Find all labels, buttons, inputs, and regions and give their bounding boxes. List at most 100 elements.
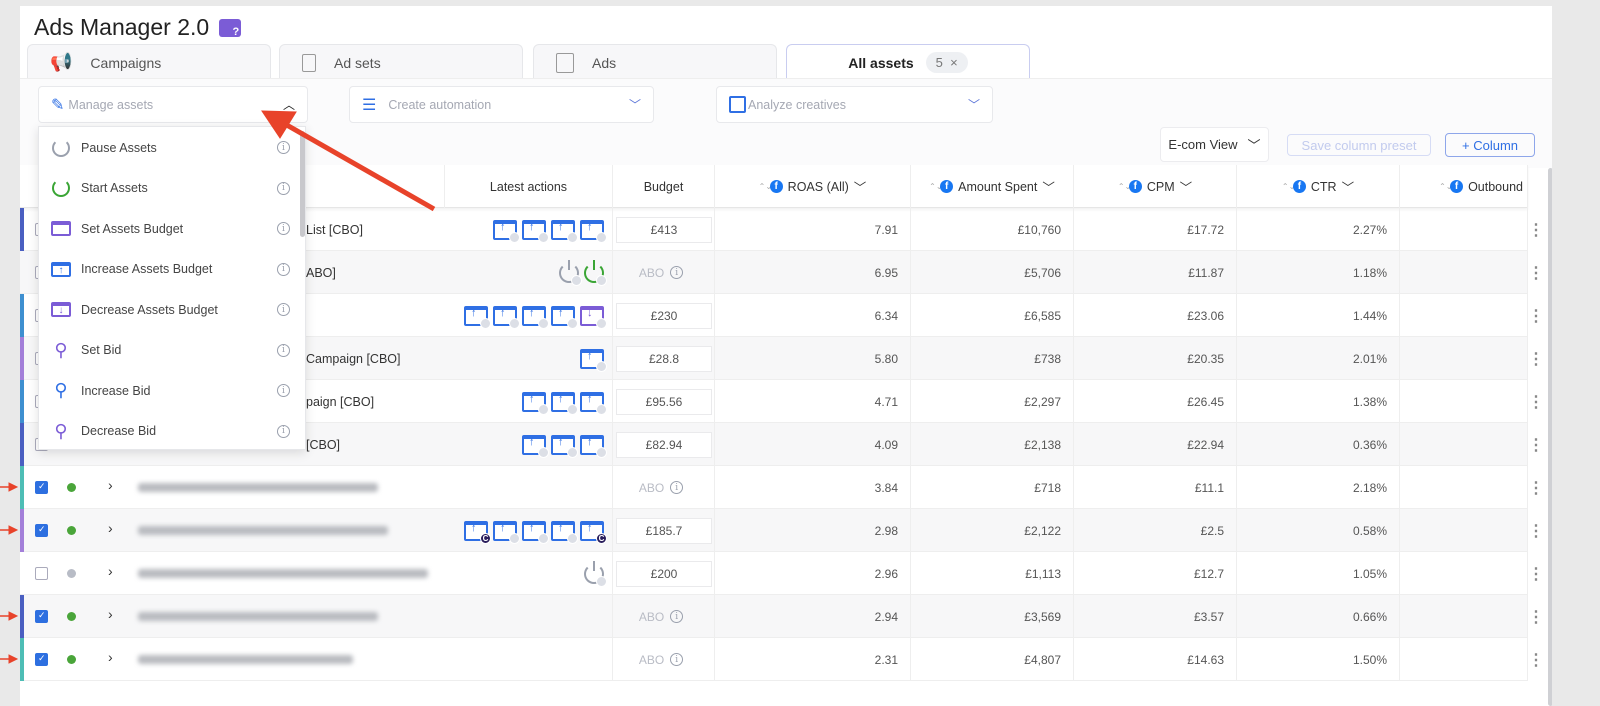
increase-budget-icon[interactable]	[580, 348, 607, 372]
budget-input[interactable]: £95.56	[616, 388, 712, 415]
chevron-down-icon[interactable]: ﹀	[1042, 177, 1055, 196]
power-off-icon[interactable]	[584, 560, 607, 587]
asset-name[interactable]: ABO]	[306, 251, 336, 294]
info-icon[interactable]: i	[277, 181, 290, 195]
increase-budget-icon[interactable]	[580, 391, 607, 415]
budget-input[interactable]: £200	[616, 560, 712, 587]
sort-icon[interactable]: ⌃⌄	[1282, 183, 1295, 191]
more-options-icon[interactable]: ⋮	[1528, 294, 1544, 337]
table-row[interactable]: › ABOi2.94£3,569£3.570.66% ⋮	[20, 595, 1544, 638]
sort-icon[interactable]: ⌃⌄	[759, 183, 772, 191]
chevron-down-icon[interactable]: ﹀	[1180, 177, 1193, 196]
menu-item[interactable]: ↑ Increase Assets Budget i	[39, 249, 299, 290]
sort-icon[interactable]: ⌃⌄	[1439, 183, 1452, 191]
sort-icon[interactable]: ⌃⌄	[1118, 183, 1131, 191]
row-checkbox[interactable]	[35, 524, 48, 537]
info-icon[interactable]: i	[670, 653, 684, 666]
increase-budget-icon[interactable]	[522, 219, 549, 243]
chevron-right-icon[interactable]: ›	[108, 477, 113, 493]
info-icon[interactable]: i	[277, 343, 290, 357]
increase-budget-icon[interactable]	[464, 305, 491, 329]
clear-selection-icon[interactable]: ×	[950, 55, 958, 70]
power-on-icon[interactable]	[584, 259, 607, 286]
table-row[interactable]: › ABOi3.84£718£11.12.18% ⋮	[20, 466, 1544, 509]
blurred-asset-name[interactable]	[138, 655, 353, 664]
increase-budget-icon[interactable]	[551, 391, 578, 415]
more-options-icon[interactable]: ⋮	[1528, 380, 1544, 423]
increase-budget-icon[interactable]	[580, 219, 607, 243]
menu-scrollbar[interactable]	[300, 131, 305, 237]
menu-item[interactable]: ⚲ Increase Bid i	[39, 370, 299, 411]
ctr-header[interactable]: ⌃⌄ f CTR ﹀	[1237, 165, 1400, 208]
increase-budget-icon[interactable]	[493, 520, 520, 544]
chevron-down-icon[interactable]: ﹀	[854, 177, 867, 196]
info-icon[interactable]: i	[277, 384, 290, 397]
blurred-asset-name[interactable]	[138, 569, 428, 578]
roas-header[interactable]: ⌃⌄ f ROAS (All) ﹀	[715, 165, 911, 208]
tab-campaigns[interactable]: 📢 Campaigns	[27, 44, 271, 80]
info-icon[interactable]: i	[277, 424, 290, 438]
menu-item[interactable]: Start Assets i	[39, 168, 299, 209]
info-icon[interactable]: i	[277, 222, 290, 235]
increase-budget-icon[interactable]	[522, 520, 549, 544]
table-row[interactable]: ›CC£185.72.98£2,122£2.50.58%⋮	[20, 509, 1544, 552]
view-selector[interactable]: E-com View ﹀	[1160, 127, 1269, 162]
chevron-right-icon[interactable]: ›	[108, 563, 113, 579]
cpm-header[interactable]: ⌃⌄ f CPM ﹀	[1074, 165, 1237, 208]
amount-spent-header[interactable]: ⌃⌄ f Amount Spent ﹀	[911, 165, 1074, 208]
manage-assets-dropdown[interactable]: ✎ Manage assets ︿	[38, 86, 308, 123]
power-off-icon[interactable]	[559, 259, 582, 286]
increase-budget-icon[interactable]	[522, 391, 549, 415]
increase-budget-icon[interactable]: C	[580, 520, 607, 544]
more-options-icon[interactable]: ⋮	[1528, 337, 1544, 380]
budget-input[interactable]: £28.8	[616, 345, 712, 372]
blurred-asset-name[interactable]	[138, 526, 388, 535]
menu-item[interactable]: Set Assets Budget i	[39, 208, 299, 249]
budget-input[interactable]: £82.94	[616, 431, 712, 458]
table-scrollbar[interactable]	[1548, 168, 1552, 706]
decrease-budget-icon[interactable]	[580, 305, 607, 329]
chevron-down-icon[interactable]: ﹀	[1342, 177, 1355, 196]
increase-budget-icon[interactable]	[493, 305, 520, 329]
blurred-asset-name[interactable]	[138, 483, 378, 492]
more-options-icon[interactable]: ⋮	[1528, 638, 1544, 681]
help-window-icon[interactable]	[219, 18, 242, 38]
budget-input[interactable]: £185.7	[616, 517, 712, 544]
info-icon[interactable]: i	[670, 481, 684, 494]
asset-name[interactable]: List [CBO]	[306, 208, 363, 251]
save-column-preset-button[interactable]: Save column preset	[1287, 134, 1431, 156]
sort-icon[interactable]: ⌃⌄	[929, 183, 942, 191]
menu-item[interactable]: ⚲ Set Bid i	[39, 330, 299, 371]
info-icon[interactable]: i	[277, 303, 290, 316]
asset-name[interactable]: paign [CBO]	[306, 380, 374, 423]
row-checkbox[interactable]	[35, 567, 48, 580]
more-options-icon[interactable]: ⋮	[1528, 595, 1544, 638]
increase-budget-icon[interactable]	[522, 434, 549, 458]
increase-budget-icon[interactable]	[580, 434, 607, 458]
blurred-asset-name[interactable]	[138, 612, 378, 621]
create-automation-dropdown[interactable]: ☰ Create automation ﹀	[349, 86, 654, 123]
more-options-icon[interactable]: ⋮	[1528, 251, 1544, 294]
add-column-button[interactable]: + Column	[1445, 133, 1535, 157]
asset-name[interactable]: Campaign [CBO]	[306, 337, 400, 380]
table-row[interactable]: › ABOi2.31£4,807£14.631.50% ⋮	[20, 638, 1544, 681]
increase-budget-icon[interactable]	[551, 520, 578, 544]
analyze-creatives-dropdown[interactable]: Analyze creatives ﹀	[716, 86, 993, 123]
row-checkbox[interactable]	[35, 653, 48, 666]
increase-budget-icon[interactable]	[551, 305, 578, 329]
chevron-right-icon[interactable]: ›	[108, 520, 113, 536]
menu-item[interactable]: ⚲ Decrease Bid i	[39, 411, 299, 450]
increase-budget-icon[interactable]	[493, 219, 520, 243]
outbound-header[interactable]: ⌃⌄ f Outbound	[1400, 165, 1528, 208]
info-icon[interactable]: i	[277, 262, 290, 276]
asset-name[interactable]: [CBO]	[306, 423, 340, 466]
chevron-right-icon[interactable]: ›	[108, 649, 113, 665]
budget-input[interactable]: £230	[616, 302, 712, 329]
info-icon[interactable]: i	[277, 141, 290, 154]
tab-all-assets[interactable]: All assets 5 ×	[786, 44, 1030, 80]
more-options-icon[interactable]: ⋮	[1528, 466, 1544, 509]
more-options-icon[interactable]: ⋮	[1528, 423, 1544, 466]
increase-budget-icon[interactable]	[551, 434, 578, 458]
row-checkbox[interactable]	[35, 610, 48, 623]
table-row[interactable]: › £200 2.96 £1,113 £12.7 1.05% ⋮	[20, 552, 1544, 595]
